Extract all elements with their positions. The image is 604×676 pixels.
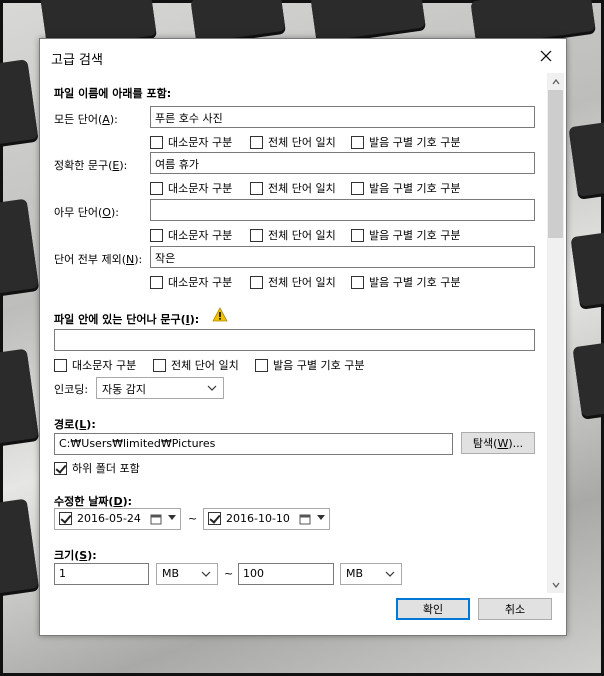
- exact-phrase-whole-word-checkbox[interactable]: 전체 단어 일치: [250, 181, 336, 195]
- exact-phrase-case-checkbox[interactable]: 대소문자 구분: [150, 181, 232, 195]
- checkbox-box: [153, 358, 166, 372]
- all-words-input[interactable]: 푸른 호수 사진: [150, 106, 535, 128]
- keyboard-key: [568, 119, 604, 197]
- exact-phrase-input[interactable]: 여름 휴가: [150, 152, 535, 174]
- keyboard-key: [310, 0, 426, 43]
- scrollbar-thumb[interactable]: [548, 90, 563, 238]
- advanced-search-dialog: 고급 검색 파일 이름에 아래를 포함: 모든 단어(A): 푸른 호수 사진 …: [39, 38, 567, 636]
- checkbox-box: [150, 181, 163, 195]
- date-to-picker[interactable]: 2016-10-10: [203, 508, 330, 530]
- chevron-down-icon: [385, 571, 395, 577]
- checkbox-box: [255, 358, 268, 372]
- checkbox-box: [351, 181, 364, 195]
- checkbox-box: [150, 228, 163, 242]
- path-heading: 경로(L):: [54, 418, 96, 431]
- exclude-words-whole-word-checkbox[interactable]: 전체 단어 일치: [250, 275, 336, 289]
- window-title: 고급 검색: [51, 53, 103, 68]
- checkbox-box: [351, 228, 364, 242]
- date-to-checkbox[interactable]: [208, 512, 221, 525]
- warning-icon: [212, 307, 228, 322]
- exclude-words-case-checkbox[interactable]: 대소문자 구분: [150, 275, 232, 289]
- dropdown-arrow-icon: [317, 515, 325, 520]
- keyboard-key: [190, 0, 286, 44]
- any-words-diacritics-checkbox[interactable]: 발음 구별 기호 구분: [351, 228, 460, 242]
- include-subfolders-checkbox[interactable]: 하위 폴더 포함: [54, 461, 140, 475]
- calendar-icon: [299, 514, 311, 525]
- scroll-down-button[interactable]: [547, 576, 564, 593]
- exact-phrase-label: 정확한 문구(E):: [54, 159, 128, 172]
- all-words-whole-word-checkbox[interactable]: 전체 단어 일치: [250, 135, 336, 149]
- encoding-label: 인코딩:: [54, 383, 89, 396]
- checkbox-box: [250, 135, 263, 149]
- exclude-words-input[interactable]: 작은: [150, 246, 535, 268]
- checkbox-box: [351, 275, 364, 289]
- chevron-down-icon: [207, 385, 217, 391]
- date-from-checkbox[interactable]: [59, 512, 72, 525]
- keyboard-key: [0, 59, 39, 147]
- browse-button[interactable]: 탐색(W)...: [461, 432, 535, 454]
- exclude-words-diacritics-checkbox[interactable]: 발음 구별 기호 구분: [351, 275, 460, 289]
- checkbox-box: [351, 135, 364, 149]
- exact-phrase-diacritics-checkbox[interactable]: 발음 구별 기호 구분: [351, 181, 460, 195]
- path-input[interactable]: C:₩Users₩limited₩Pictures: [54, 433, 453, 455]
- all-words-label: 모든 단어(A):: [54, 113, 118, 126]
- arrow-down-icon: [551, 582, 560, 588]
- content-whole-word-checkbox[interactable]: 전체 단어 일치: [153, 358, 239, 372]
- date-from-picker[interactable]: 2016-05-24: [54, 508, 181, 530]
- size-max-unit-dropdown[interactable]: MB: [340, 563, 402, 585]
- chevron-down-icon: [201, 571, 211, 577]
- content-input[interactable]: [54, 329, 535, 351]
- checkbox-box: [150, 135, 163, 149]
- any-words-case-checkbox[interactable]: 대소문자 구분: [150, 228, 232, 242]
- filename-heading: 파일 이름에 아래를 포함:: [54, 87, 172, 100]
- any-words-label: 아무 단어(O):: [54, 206, 119, 219]
- keyboard-key: [0, 348, 39, 448]
- size-max-input[interactable]: 100: [238, 563, 334, 585]
- keyboard-key: [0, 498, 39, 598]
- content-heading: 파일 안에 있는 단어나 문구(I):: [54, 313, 200, 326]
- dialog-content: 파일 이름에 아래를 포함: 모든 단어(A): 푸른 호수 사진 대소문자 구…: [40, 73, 566, 593]
- ok-button[interactable]: 확인: [396, 598, 470, 620]
- title-bar: 고급 검색: [40, 39, 566, 73]
- checkbox-box: [250, 181, 263, 195]
- exclude-words-label: 단어 전부 제외(N):: [54, 253, 143, 266]
- size-min-unit-dropdown[interactable]: MB: [156, 563, 218, 585]
- encoding-dropdown[interactable]: 자동 감지: [96, 377, 224, 399]
- arrow-up-icon: [551, 78, 560, 84]
- keyboard-key: [0, 198, 39, 298]
- size-heading: 크기(S):: [54, 549, 97, 562]
- date-separator: ~: [188, 512, 198, 525]
- close-button[interactable]: [526, 39, 566, 73]
- checkbox-box: [250, 228, 263, 242]
- date-heading: 수정한 날짜(D):: [54, 495, 133, 508]
- close-icon: [540, 50, 552, 62]
- checkbox-box: [54, 358, 67, 372]
- calendar-icon: [150, 514, 162, 525]
- size-separator: ~: [224, 567, 234, 580]
- keyboard-key: [572, 339, 604, 417]
- any-words-whole-word-checkbox[interactable]: 전체 단어 일치: [250, 228, 336, 242]
- vertical-scrollbar[interactable]: [547, 73, 564, 593]
- keyboard-key: [570, 229, 604, 307]
- checkbox-box: [250, 275, 263, 289]
- checkbox-box: [54, 461, 67, 475]
- all-words-diacritics-checkbox[interactable]: 발음 구별 기호 구분: [351, 135, 460, 149]
- scroll-up-button[interactable]: [547, 73, 564, 90]
- cancel-button[interactable]: 취소: [478, 598, 552, 620]
- content-diacritics-checkbox[interactable]: 발음 구별 기호 구분: [255, 358, 364, 372]
- any-words-input[interactable]: [150, 199, 535, 221]
- size-min-input[interactable]: 1: [54, 563, 149, 585]
- dropdown-arrow-icon: [168, 515, 176, 520]
- all-words-case-checkbox[interactable]: 대소문자 구분: [150, 135, 232, 149]
- checkbox-box: [150, 275, 163, 289]
- content-case-checkbox[interactable]: 대소문자 구분: [54, 358, 136, 372]
